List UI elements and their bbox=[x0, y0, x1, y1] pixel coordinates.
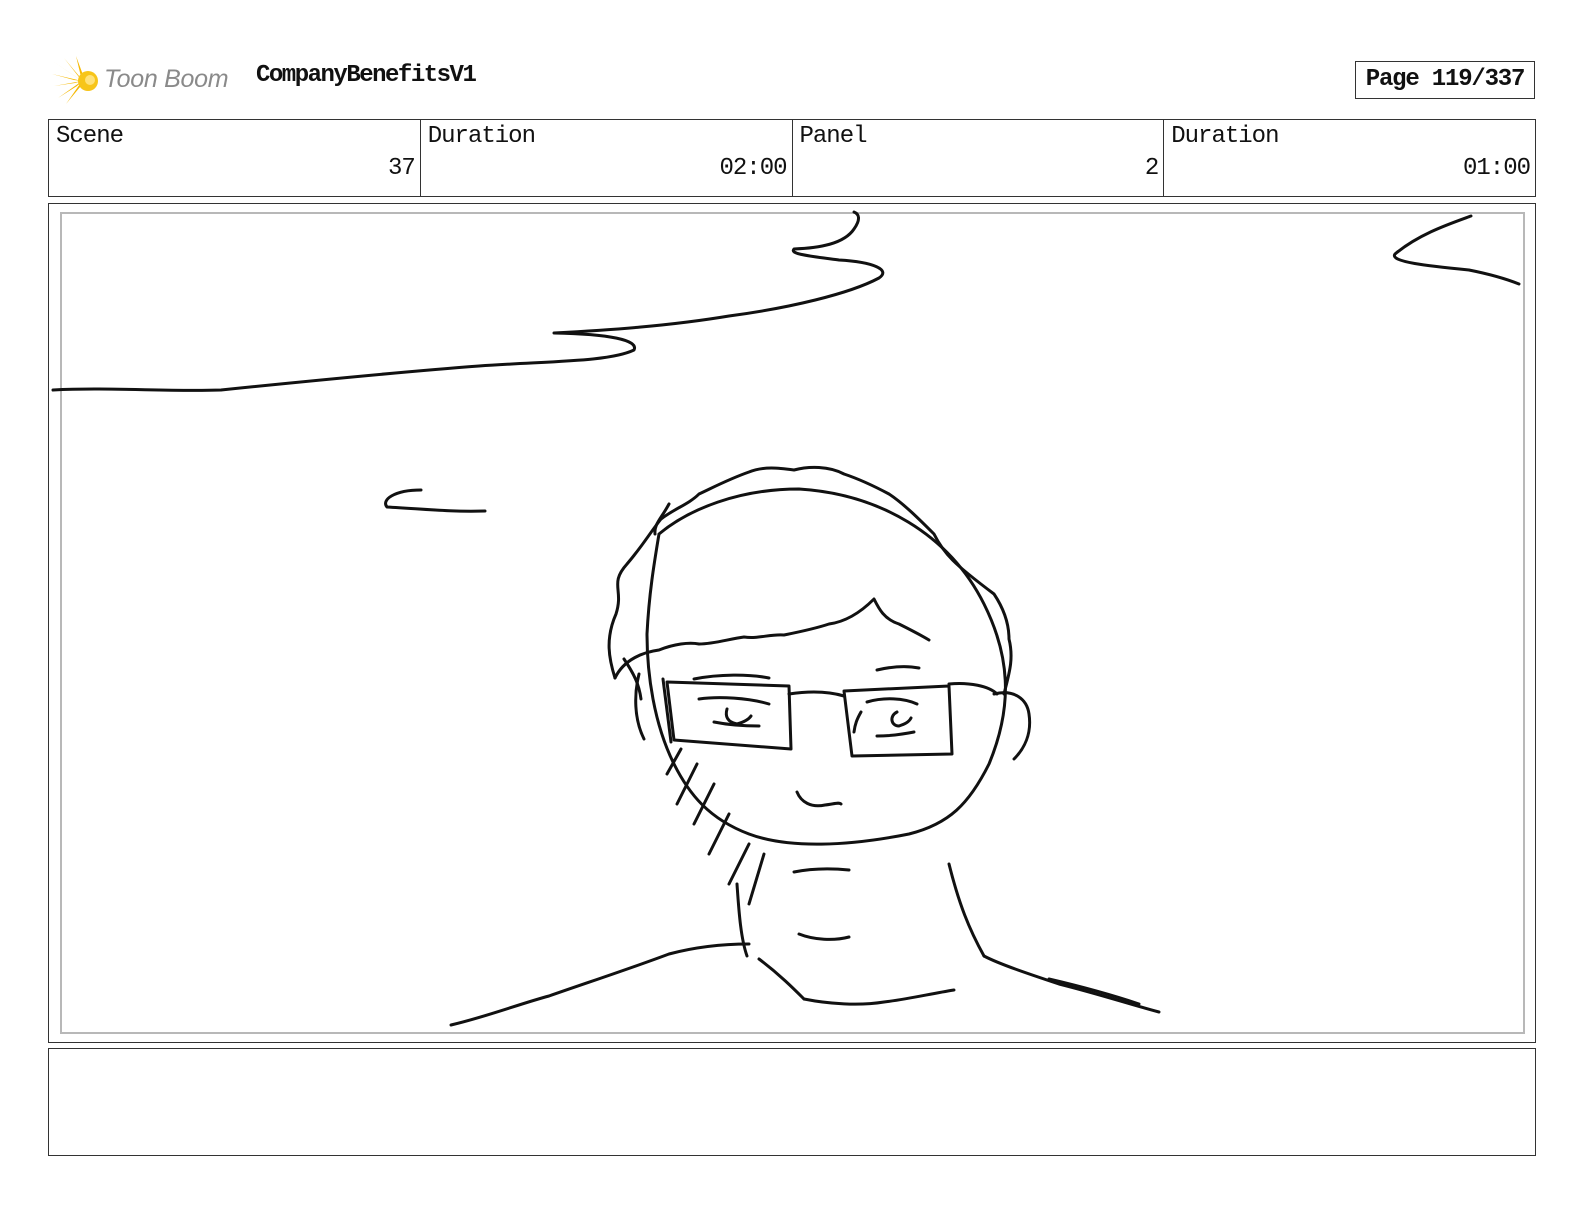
scene-duration-cell: Duration 02:00 bbox=[421, 120, 793, 196]
scene-label: Scene bbox=[56, 123, 124, 150]
page-number: Page 119/337 bbox=[1355, 61, 1535, 99]
scene-duration-label: Duration bbox=[427, 123, 536, 150]
scene-cell: Scene 37 bbox=[49, 120, 421, 196]
panel-duration-cell: Duration 01:00 bbox=[1164, 120, 1535, 196]
project-title: CompanyBenefitsV1 bbox=[256, 62, 477, 89]
scene-value: 37 bbox=[387, 155, 416, 182]
starburst-icon bbox=[52, 56, 98, 104]
panel-duration-value: 01:00 bbox=[1462, 155, 1531, 182]
panel-value: 2 bbox=[1144, 155, 1159, 182]
toon-boom-logo: Toon Boom bbox=[52, 56, 242, 106]
storyboard-sketch bbox=[51, 210, 1521, 1027]
logo-text: Toon Boom bbox=[104, 65, 229, 93]
scene-info-table: Scene 37 Duration 02:00 Panel 2 Duration… bbox=[48, 119, 1536, 197]
scene-duration-value: 02:00 bbox=[719, 155, 787, 182]
storyboard-panel bbox=[48, 203, 1536, 1043]
panel-label: Panel bbox=[799, 123, 868, 150]
panel-cell: Panel 2 bbox=[793, 120, 1165, 196]
panel-duration-label: Duration bbox=[1171, 123, 1279, 150]
notes-box bbox=[48, 1048, 1536, 1156]
